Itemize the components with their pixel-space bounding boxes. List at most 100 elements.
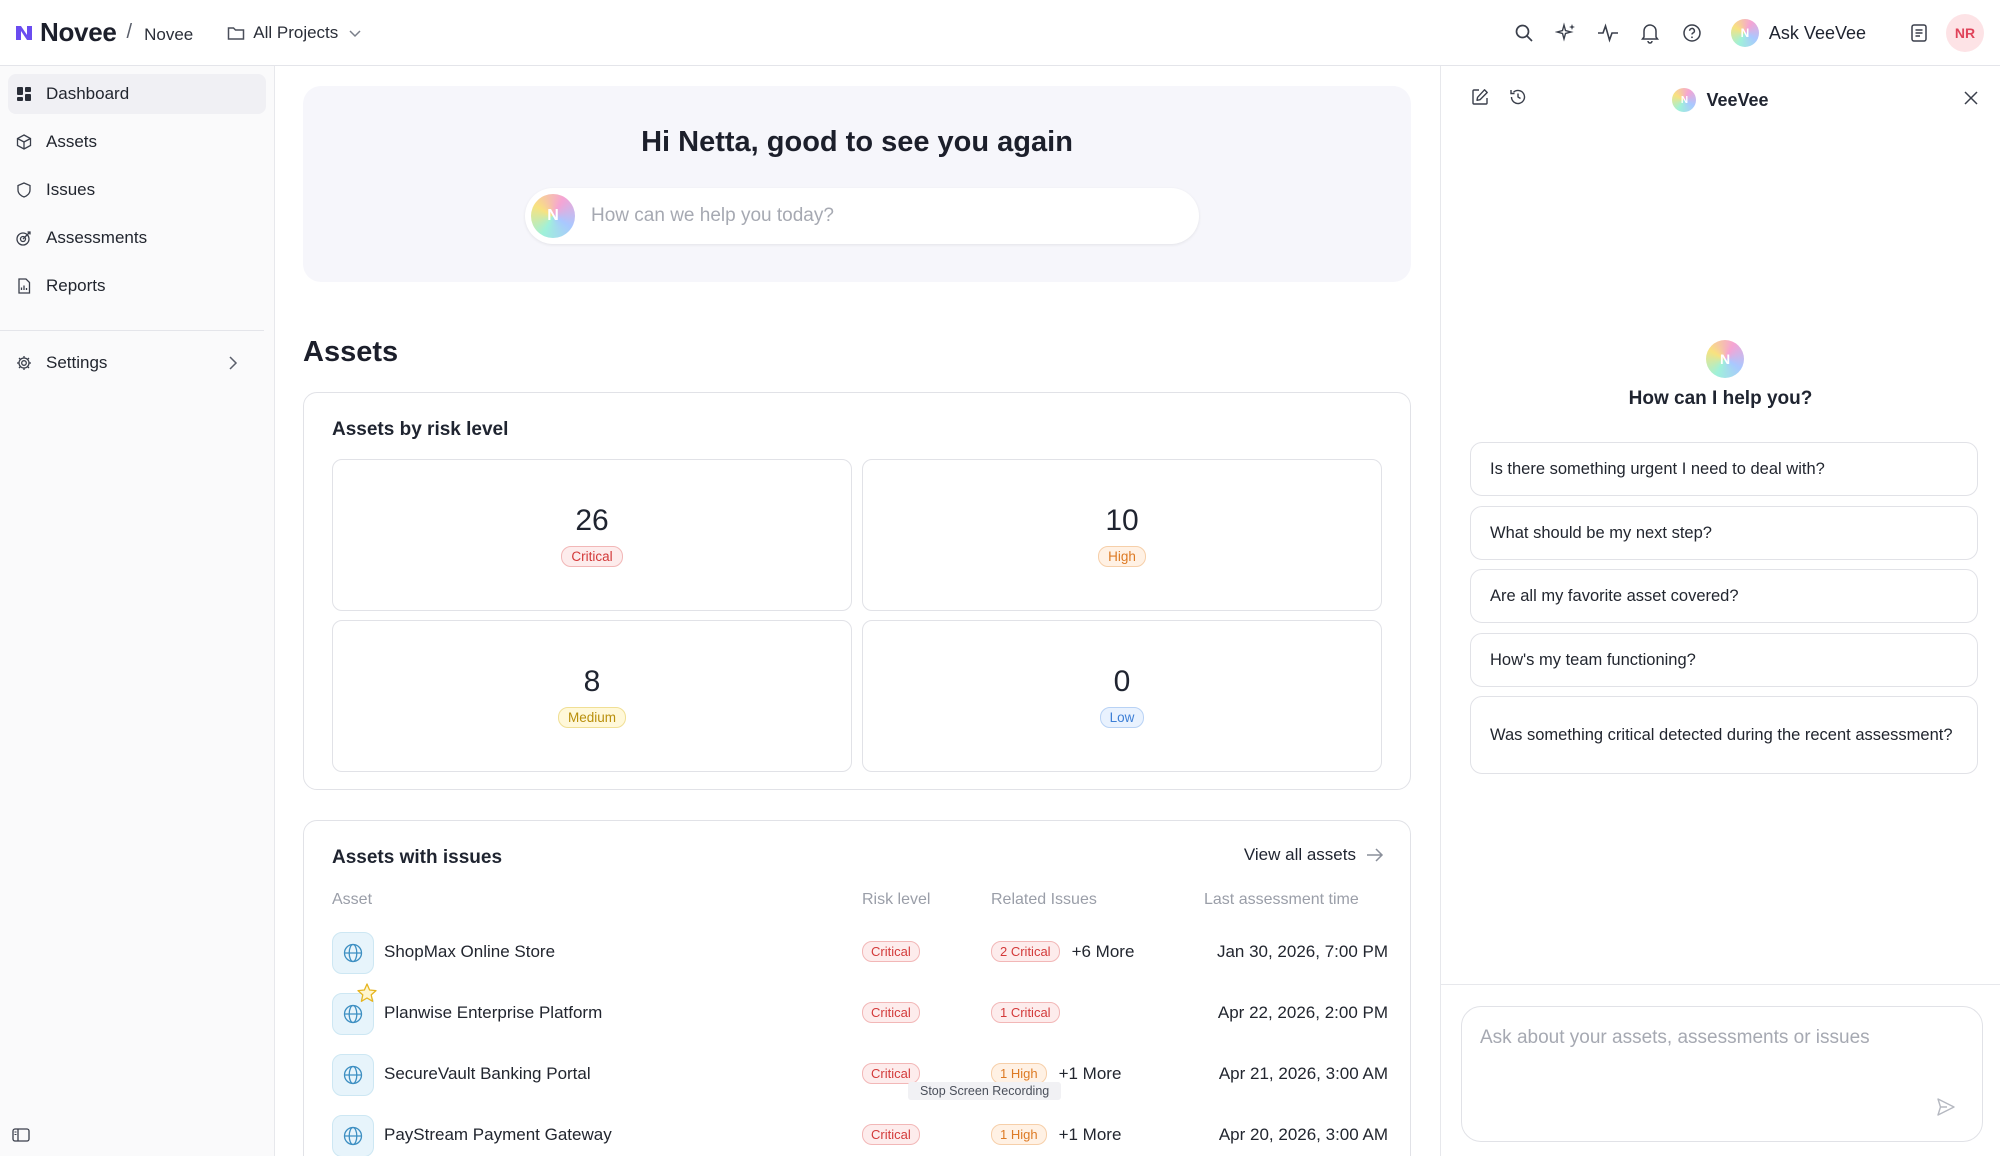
card-title: Assets by risk level [332, 419, 509, 440]
ask-veevee-button[interactable]: N Ask VeeVee [1730, 19, 1866, 47]
asset-name[interactable]: ShopMax Online Store [384, 942, 555, 962]
dashboard-icon [17, 87, 31, 101]
assessment-time: Apr 21, 2026, 3:00 AM [1218, 1064, 1388, 1083]
help-icon[interactable] [1679, 20, 1705, 46]
sidebar-item-label: Assessments [46, 228, 148, 247]
suggestion-button[interactable]: How's my team functioning? [1470, 633, 1978, 687]
risk-badge: High [1098, 546, 1146, 567]
main-content: Hi Netta, good to see you again N Assets… [276, 66, 1440, 1156]
issue-badge: 1 Critical [991, 1002, 1060, 1023]
sidebar-divider [0, 330, 264, 331]
chat-input[interactable] [1480, 1027, 1950, 1087]
sidebar-item-reports[interactable]: Reports [8, 266, 266, 306]
chat-input-box[interactable] [1461, 1006, 1983, 1142]
risk-badge: Critical [561, 546, 623, 567]
ask-veevee-label: Ask VeeVee [1768, 22, 1866, 43]
column-header-asset[interactable]: Asset [332, 891, 372, 909]
hero-search[interactable]: N [525, 188, 1199, 244]
sidebar-item-label: Dashboard [46, 84, 130, 103]
table-row[interactable]: Planwise Enterprise Platform Critical 1 … [332, 983, 1388, 1038]
risk-count: 26 [575, 504, 609, 537]
chevron-right-icon [229, 356, 238, 370]
risk-badge: Medium [557, 707, 626, 728]
assets-with-issues-card: Assets with issues View all assets Asset… [303, 820, 1411, 1156]
sidebar-item-dashboard[interactable]: Dashboard [8, 74, 266, 114]
veevee-orb-icon: N [1730, 19, 1759, 47]
sidebar: Dashboard Assets Issues Assessments Repo… [0, 66, 275, 1156]
issue-badge: 2 Critical [991, 941, 1060, 962]
more-issues-link[interactable]: +1 More [1059, 1064, 1122, 1084]
risk-count: 8 [583, 665, 601, 698]
project-selector[interactable]: All Projects [227, 23, 370, 43]
view-all-label: View all assets [1243, 845, 1356, 864]
risk-badge: Critical [862, 1063, 920, 1084]
sparkles-icon[interactable] [1553, 20, 1579, 46]
risk-tile-high[interactable]: 10 High [862, 459, 1382, 611]
risk-badge: Critical [862, 941, 920, 962]
welcome-banner: Hi Netta, good to see you again N [303, 86, 1411, 282]
suggestion-button[interactable]: What should be my next step? [1470, 506, 1978, 560]
table-row[interactable]: ShopMax Online Store Critical 2 Critical… [332, 929, 1388, 977]
brand-name: Novee [40, 17, 117, 47]
bell-icon[interactable] [1637, 20, 1663, 46]
brand[interactable]: Novee / Novee [14, 17, 193, 48]
screen-recording-tooltip[interactable]: Stop Screen Recording [908, 1082, 1062, 1100]
suggestion-button[interactable]: Is there something urgent I need to deal… [1470, 442, 1978, 496]
risk-badge: Low [1099, 707, 1145, 728]
sidebar-item-assets[interactable]: Assets [8, 122, 266, 162]
close-icon[interactable] [1963, 90, 1979, 106]
org-name[interactable]: Novee [144, 25, 193, 45]
more-issues-link[interactable]: +1 More [1059, 1125, 1122, 1145]
document-icon[interactable] [1906, 20, 1932, 46]
hero-search-input[interactable] [591, 205, 1151, 227]
activity-icon[interactable] [1595, 20, 1621, 46]
risk-tile-low[interactable]: 0 Low [862, 620, 1382, 772]
globe-icon [332, 932, 374, 974]
asset-name[interactable]: Planwise Enterprise Platform [384, 1003, 602, 1023]
table-row[interactable]: PayStream Payment Gateway Critical 1 Hig… [332, 1112, 1388, 1156]
sidebar-item-label: Reports [46, 276, 106, 295]
more-issues-link[interactable]: +6 More [1072, 942, 1135, 962]
gear-icon [17, 356, 31, 370]
panel-title-label: VeeVee [1706, 89, 1769, 110]
view-all-assets-link[interactable]: View all assets [1244, 845, 1384, 865]
sidebar-item-settings[interactable]: Settings [8, 343, 266, 383]
globe-icon [332, 1054, 374, 1096]
report-icon [18, 278, 31, 294]
search-icon[interactable] [1511, 20, 1537, 46]
risk-badge: Critical [862, 1124, 920, 1145]
column-header-risk[interactable]: Risk level [862, 891, 930, 909]
risk-tile-critical[interactable]: 26 Critical [332, 459, 852, 611]
favorite-star-icon[interactable] [356, 982, 378, 1004]
novee-logo-icon [16, 25, 32, 40]
risk-tile-medium[interactable]: 8 Medium [332, 620, 852, 772]
suggestion-button[interactable]: Are all my favorite asset covered? [1470, 569, 1978, 623]
veevee-orb-icon: N [1672, 88, 1697, 112]
sidebar-item-label: Assets [46, 132, 98, 151]
breadcrumb-separator: / [126, 21, 133, 43]
risk-count: 10 [1105, 504, 1139, 537]
column-header-issues[interactable]: Related Issues [991, 891, 1097, 909]
sidebar-collapse-icon[interactable] [12, 1128, 30, 1142]
user-avatar[interactable]: NR [1946, 14, 1984, 52]
suggestion-button[interactable]: Was something critical detected during t… [1470, 696, 1978, 774]
target-icon [16, 231, 31, 246]
sidebar-item-issues[interactable]: Issues [8, 170, 266, 210]
table-row[interactable]: SecureVault Banking Portal Critical 1 Hi… [332, 1051, 1388, 1099]
top-bar: Novee / Novee All Projects N Ask VeeVee … [0, 0, 2000, 66]
column-header-time[interactable]: Last assessment time [1204, 891, 1359, 909]
sidebar-item-assessments[interactable]: Assessments [8, 218, 266, 258]
issue-badge: 1 High [991, 1063, 1047, 1084]
sidebar-item-label: Settings [46, 353, 108, 372]
assessment-time: Apr 22, 2026, 2:00 PM [1217, 1003, 1388, 1022]
assets-by-risk-card: Assets by risk level 26 Critical 10 High… [303, 392, 1411, 790]
globe-icon [332, 1115, 374, 1156]
assessment-time: Apr 20, 2026, 3:00 AM [1218, 1125, 1388, 1144]
chevron-down-icon [349, 29, 361, 37]
asset-name[interactable]: SecureVault Banking Portal [384, 1064, 591, 1084]
send-icon[interactable] [1936, 1097, 1956, 1117]
panel-title: N VeeVee [1441, 88, 2000, 112]
issue-badge: 1 High [991, 1124, 1047, 1145]
asset-name[interactable]: PayStream Payment Gateway [384, 1125, 612, 1145]
assets-section-title: Assets [303, 336, 399, 368]
